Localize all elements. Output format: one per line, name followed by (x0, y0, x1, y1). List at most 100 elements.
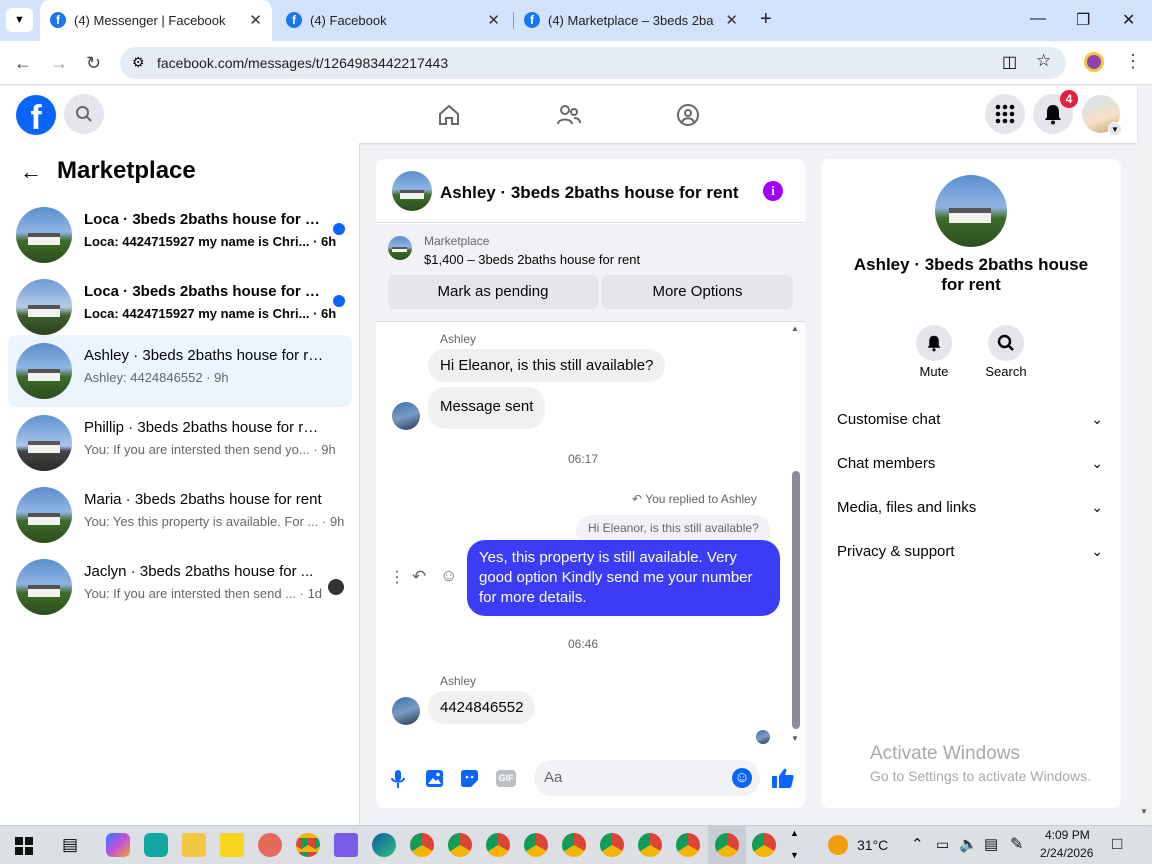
chrome-profile-icon[interactable] (524, 833, 548, 857)
customise-chat-row[interactable]: Customise chat ⌄ (837, 411, 1109, 435)
close-tab-icon[interactable]: ✕ (725, 11, 738, 29)
clock-date[interactable]: 2/24/2026 (1040, 846, 1093, 860)
maximize-icon[interactable]: ❐ (1076, 10, 1090, 30)
pen-icon[interactable]: ✎ (1010, 834, 1023, 854)
message-bubble[interactable]: Hi Eleanor, is this still available? (428, 349, 666, 382)
bookmark-star-icon[interactable]: ☆ (1036, 51, 1051, 71)
react-emoji-icon[interactable]: ☺ (440, 566, 457, 586)
forward-icon[interactable]: → (50, 53, 68, 74)
conversation-item[interactable]: Loca · 3beds 2baths house for rent Loca:… (8, 199, 352, 271)
groups-icon[interactable] (676, 103, 700, 127)
chrome-profile-icon[interactable] (410, 833, 434, 857)
thumbs-up-icon[interactable] (771, 767, 795, 789)
tab-facebook[interactable]: f (4) Facebook ✕ (276, 0, 510, 41)
conversation-preview: Ashley: 4424846552 · 9h (84, 370, 229, 385)
tray-expand-icon[interactable]: ⌃ (911, 835, 924, 853)
message-input[interactable]: Aa ☺ (534, 760, 760, 796)
my-message-bubble[interactable]: Yes, this property is still available. V… (467, 540, 780, 616)
new-tab-icon[interactable]: + (760, 8, 772, 31)
weather-sun-icon[interactable] (828, 835, 848, 855)
weather-temperature[interactable]: 31°C (857, 837, 888, 853)
overflow-up-icon[interactable]: ▲ (790, 828, 799, 838)
back-icon[interactable]: ← (14, 53, 32, 74)
install-app-icon[interactable]: ◫ (1002, 52, 1017, 72)
page-scrollbar[interactable]: ▼ (1137, 143, 1152, 825)
chat-thumbnail[interactable] (392, 171, 432, 211)
conversation-preview: You: If you are intersted then send yo..… (84, 442, 336, 457)
clock-time[interactable]: 4:09 PM (1045, 828, 1090, 842)
sticky-notes-icon[interactable] (220, 833, 244, 857)
search-in-chat-button[interactable] (988, 325, 1024, 361)
conversation-item[interactable]: Jaclyn · 3beds 2baths house for ... You:… (8, 551, 352, 623)
back-arrow-icon[interactable]: ← (20, 159, 42, 185)
more-options-button[interactable]: More Options (602, 275, 793, 309)
notification-center-icon[interactable]: □ (1112, 834, 1122, 854)
close-tab-icon[interactable]: ✕ (249, 11, 262, 29)
conversation-item-selected[interactable]: Ashley · 3beds 2baths house for rent Ash… (8, 335, 352, 407)
facebook-logo[interactable]: f (16, 95, 56, 137)
tab-search-button[interactable]: ▼ (6, 8, 33, 32)
friends-icon[interactable] (556, 103, 582, 127)
chrome-profile-icon[interactable] (638, 833, 662, 857)
info-icon[interactable]: i (763, 181, 783, 201)
close-window-icon[interactable]: ✕ (1122, 10, 1135, 30)
chrome-profile-icon[interactable] (486, 833, 510, 857)
sticker-icon[interactable] (460, 769, 479, 788)
conversation-item[interactable]: Loca · 3beds 2baths house for rent Loca:… (8, 271, 352, 343)
photo-icon[interactable] (425, 769, 444, 788)
paint-icon[interactable] (258, 833, 282, 857)
edge-icon[interactable] (372, 833, 396, 857)
volume-icon[interactable]: 🔈 (959, 835, 978, 853)
app-icon[interactable] (144, 833, 168, 857)
chat-title[interactable]: Ashley · 3beds 2baths house for rent (440, 183, 739, 203)
mark-as-pending-button[interactable]: Mark as pending (388, 275, 598, 309)
chevron-down-icon[interactable]: ▼ (1108, 122, 1122, 136)
tab-marketplace[interactable]: f (4) Marketplace – 3beds 2baths ✕ (514, 0, 748, 41)
copilot-icon[interactable] (106, 833, 130, 857)
url-field[interactable]: ⚙ facebook.com/messages/t/12649834422174… (120, 47, 1066, 79)
windows-taskbar: ▤ ▲ ▼ 31°C ⌃ ▭ 🔈 ▤ ✎ 4:09 PM 2/24/2026 □ (0, 825, 1152, 864)
chrome-profile-icon[interactable] (752, 833, 776, 857)
conversation-item[interactable]: Maria · 3beds 2baths house for rent You:… (8, 479, 352, 551)
windows-start-icon[interactable] (15, 837, 33, 855)
message-bubble[interactable]: 4424846552 (428, 691, 536, 724)
listing-photo[interactable] (935, 175, 1007, 247)
conversation-item[interactable]: Phillip · 3beds 2baths house for rent Yo… (8, 407, 352, 479)
overflow-down-icon[interactable]: ▼ (790, 850, 799, 860)
search-button[interactable] (64, 94, 104, 134)
menu-button[interactable] (985, 94, 1025, 134)
media-files-links-row[interactable]: Media, files and links ⌄ (837, 499, 1109, 523)
close-tab-icon[interactable]: ✕ (487, 11, 500, 29)
site-settings-icon[interactable]: ⚙ (132, 54, 145, 71)
network-icon[interactable]: ▭ (936, 836, 949, 853)
chat-members-row[interactable]: Chat members ⌄ (837, 455, 1109, 479)
chrome-icon[interactable] (296, 833, 320, 857)
display-icon[interactable]: ▤ (984, 835, 998, 853)
mute-button[interactable] (916, 325, 952, 361)
browser-menu-icon[interactable]: ⋮ (1124, 51, 1142, 72)
chevron-down-icon: ⌄ (1091, 543, 1103, 559)
chrome-profile-icon[interactable] (562, 833, 586, 857)
minimize-icon[interactable]: — (1030, 10, 1046, 28)
privacy-support-row[interactable]: Privacy & support ⌄ (837, 543, 1109, 567)
profile-icon[interactable] (1084, 52, 1104, 72)
home-icon[interactable] (437, 103, 461, 127)
microphone-icon[interactable] (390, 769, 406, 789)
more-actions-icon[interactable]: ⋮ (389, 567, 405, 587)
chat-scrollbar-thumb[interactable] (792, 471, 800, 729)
chrome-profile-icon[interactable] (448, 833, 472, 857)
chrome-profile-icon[interactable] (715, 833, 739, 857)
reload-icon[interactable]: ↻ (86, 53, 101, 74)
chrome-profile-icon[interactable] (600, 833, 624, 857)
sender-avatar (392, 402, 420, 430)
task-view-icon[interactable]: ▤ (62, 835, 78, 855)
chrome-profile-icon[interactable] (676, 833, 700, 857)
gif-icon[interactable]: GIF (496, 770, 516, 787)
tab-messenger[interactable]: f (4) Messenger | Facebook ✕ (40, 0, 272, 41)
file-explorer-icon[interactable] (182, 833, 206, 857)
app-icon[interactable] (334, 833, 358, 857)
message-bubble[interactable]: Message sent (428, 387, 546, 429)
emoji-icon[interactable]: ☺ (732, 768, 752, 788)
listing-title[interactable]: $1,400 – 3beds 2baths house for rent (424, 252, 640, 267)
reply-icon[interactable]: ↶ (412, 567, 426, 587)
